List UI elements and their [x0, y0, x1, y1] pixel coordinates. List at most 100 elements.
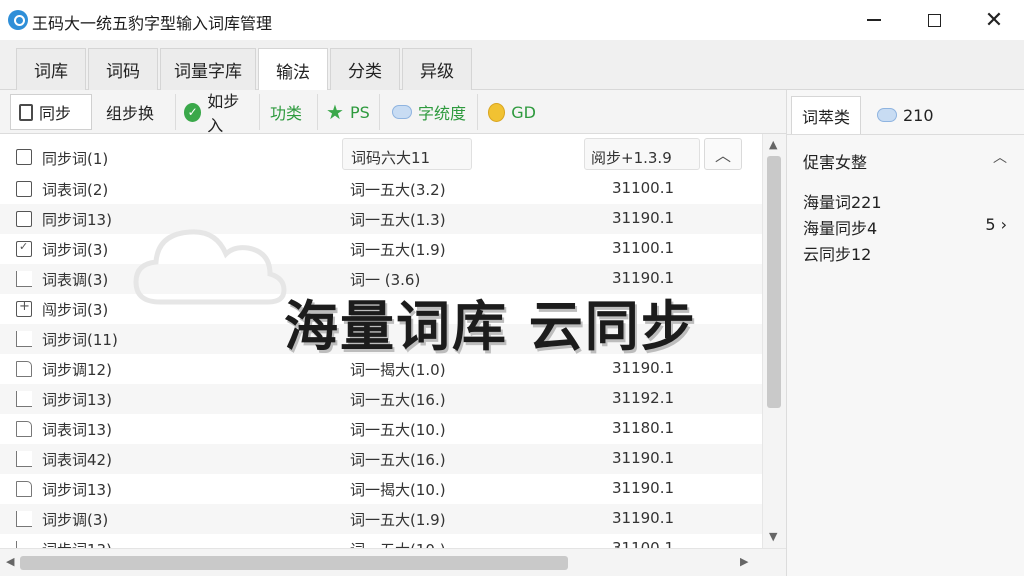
row-value: 31100.1: [612, 179, 675, 197]
row-value: 31190.1: [612, 449, 675, 467]
row-value: 31190.1: [612, 359, 675, 377]
close-button[interactable]: ✕: [964, 0, 1024, 40]
table-row[interactable]: 同步词13) 词一五大(1.3) 31190.1: [0, 204, 762, 234]
count-value: 5: [985, 215, 996, 234]
table-row[interactable]: 词步词13) 词一五大(16.) 31192.1: [0, 384, 762, 414]
tab-ciku[interactable]: 词库: [16, 48, 86, 90]
scroll-down-icon[interactable]: ▼: [769, 530, 777, 543]
row-name: 词步词(11): [42, 331, 118, 349]
row-value: 31190.1: [612, 479, 675, 497]
button-label: 组步换: [106, 104, 155, 123]
row-name: 词步调12): [42, 361, 112, 379]
row-name: 词步词13): [42, 391, 112, 409]
row-name: 词步词13): [42, 539, 112, 548]
row-checkbox[interactable]: [16, 181, 32, 197]
sync-button[interactable]: 同步: [10, 94, 92, 130]
tab-label: 词量字库: [174, 62, 242, 82]
row-value: 31192.1: [612, 389, 675, 407]
header-code: 词码六大11: [351, 149, 431, 167]
row-marker: [16, 511, 32, 527]
table-row[interactable]: 词步词(3) 词一五大(1.9) 31100.1: [0, 234, 762, 264]
table-row[interactable]: 词表词(2) 词一五大(3.2) 31100.1: [0, 174, 762, 204]
collapse-button[interactable]: ︿: [704, 138, 742, 170]
tab-label: 分类: [348, 62, 382, 82]
row-marker: [16, 391, 32, 407]
select-all-checkbox[interactable]: [16, 149, 32, 165]
tab-fenlei[interactable]: 分类: [330, 48, 400, 90]
row-code: 词一揭大(1.0): [350, 361, 446, 379]
scroll-right-icon[interactable]: ▶: [740, 555, 748, 568]
table-row[interactable]: 词表词42) 词一五大(16.) 31190.1: [0, 444, 762, 474]
row-marker: [16, 451, 32, 467]
row-checkbox[interactable]: [16, 240, 32, 257]
button-label: GD: [511, 102, 536, 122]
row-value: 31190.1: [612, 509, 675, 527]
row-marker: [16, 271, 32, 287]
table-row[interactable]: 词表词13) 词一五大(10.) 31180.1: [0, 414, 762, 444]
row-value: 31100.1: [612, 539, 675, 548]
tab-cima[interactable]: 词码: [88, 48, 158, 90]
category-item[interactable]: 云同步12: [803, 241, 871, 265]
tab-cloud-count[interactable]: 210: [867, 96, 944, 134]
function-category-button[interactable]: 功类: [262, 94, 318, 130]
row-code: 词一五大(1.9): [350, 511, 446, 529]
close-icon: ✕: [984, 7, 1004, 33]
button-label: 如步入: [207, 92, 240, 135]
category-item[interactable]: 海量词221: [803, 189, 882, 213]
category-item[interactable]: 海量同步4: [803, 215, 877, 239]
category-count[interactable]: 5 ›: [985, 215, 1007, 234]
table-row[interactable]: 词步调(3) 词一五大(1.9) 31190.1: [0, 504, 762, 534]
row-expand-toggle[interactable]: [16, 299, 32, 317]
tab-category[interactable]: 词萃类: [791, 96, 862, 134]
scroll-up-icon[interactable]: ▲: [769, 138, 777, 151]
row-code: 词一五大(16.): [350, 451, 446, 469]
row-name: 词步词13): [42, 481, 112, 499]
minimize-button[interactable]: [844, 0, 904, 40]
tab-label: 210: [903, 105, 934, 125]
vertical-scrollbar[interactable]: ▲ ▼: [762, 134, 786, 548]
window-title: 王码大一统五豹字型输入词库管理: [32, 14, 273, 33]
cloud-icon: [877, 108, 897, 122]
cloud-icon: [392, 105, 412, 119]
row-checkbox[interactable]: [16, 211, 32, 227]
table-row[interactable]: 词步词13) 词一揭大(10.) 31190.1: [0, 474, 762, 504]
row-name: 闯步词(3): [42, 301, 109, 319]
scroll-left-icon[interactable]: ◀: [6, 555, 14, 568]
tab-shufa[interactable]: 输法: [258, 48, 328, 91]
row-code: 词一五大(1.9): [350, 241, 446, 259]
maximize-icon: [927, 13, 941, 27]
char-stats-button[interactable]: 字统度: [384, 94, 478, 130]
title-bar: 王码大一统五豹字型输入词库管理 ✕: [0, 0, 1024, 40]
ps-button[interactable]: ★ PS: [318, 94, 380, 130]
maximize-button[interactable]: [904, 0, 964, 40]
promo-headline: 海量词库 云同步: [284, 295, 697, 358]
table-row[interactable]: 词步词13) 词一五大(10.) 31100.1: [0, 534, 762, 548]
row-value: 31100.1: [612, 239, 675, 257]
vertical-scroll-thumb[interactable]: [767, 156, 781, 408]
row-code: 词一五大(16.): [350, 391, 446, 409]
row-name: 词表调(3): [42, 271, 109, 289]
cloud-watermark-icon: [133, 229, 287, 305]
header-sync-box[interactable]: 阅步+1.3.9: [584, 138, 700, 170]
tab-yiji[interactable]: 异级: [402, 48, 472, 90]
tab-label: 异级: [420, 62, 454, 82]
horizontal-scrollbar[interactable]: ◀ ▶: [0, 548, 786, 576]
chevron-up-icon[interactable]: ︿: [993, 147, 1007, 167]
tab-ciliang[interactable]: 词量字库: [160, 48, 256, 90]
coin-icon: [488, 102, 506, 122]
row-name: 词步调(3): [42, 511, 109, 529]
row-name: 同步词13): [42, 211, 112, 229]
gd-button[interactable]: GD: [480, 94, 544, 130]
row-code: 词一五大(10.): [350, 539, 446, 548]
button-label: 字统度: [418, 104, 467, 123]
horizontal-scroll-thumb[interactable]: [20, 556, 568, 570]
header-name[interactable]: 同步词(1): [42, 148, 108, 169]
app-logo-icon: [8, 10, 28, 30]
chevron-up-icon: ︿: [714, 146, 731, 165]
header-code-box[interactable]: 词码六大11: [342, 138, 472, 170]
row-name: 词表词(2): [42, 181, 109, 199]
list-header: 同步词(1) 词码六大11 阅步+1.3.9 ︿: [0, 138, 762, 172]
group-switch-button[interactable]: 组步换: [98, 94, 176, 130]
tab-label: 词库: [34, 62, 68, 82]
import-button[interactable]: ✓ 如步入: [176, 92, 260, 135]
